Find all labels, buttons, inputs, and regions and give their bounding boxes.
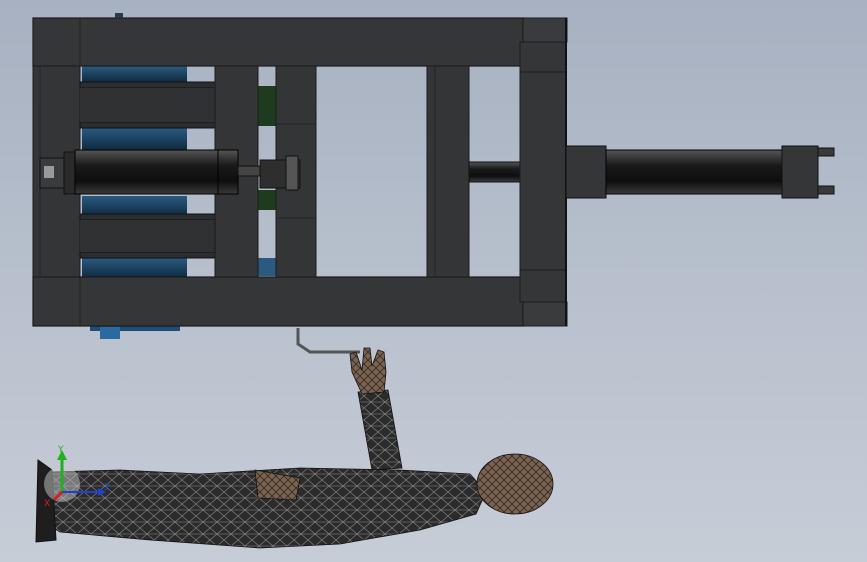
column-c[interactable] bbox=[426, 65, 470, 278]
triad-y-label: Y bbox=[57, 445, 64, 455]
mannequin-head bbox=[476, 453, 554, 515]
ram-rod[interactable] bbox=[468, 161, 522, 183]
triad-z-label: Z bbox=[104, 483, 110, 493]
mannequin-raised-arm bbox=[357, 389, 403, 471]
control-handle[interactable] bbox=[296, 328, 360, 354]
coordinate-triad-icon: Y Z X bbox=[44, 445, 110, 509]
triad-x-label: X bbox=[44, 499, 50, 509]
inner-green-parts bbox=[258, 86, 278, 210]
model-scene[interactable] bbox=[0, 0, 867, 562]
press-assembly[interactable] bbox=[32, 13, 835, 354]
top-plate[interactable] bbox=[32, 17, 524, 67]
left-hydraulic-cylinder[interactable] bbox=[39, 149, 301, 195]
bottom-plate[interactable] bbox=[32, 276, 524, 327]
mannequin-hand bbox=[349, 347, 387, 395]
right-hydraulic-cylinder[interactable] bbox=[565, 145, 835, 199]
right-platen[interactable] bbox=[519, 41, 567, 303]
graphics-viewport[interactable]: Y Z X bbox=[0, 0, 867, 562]
